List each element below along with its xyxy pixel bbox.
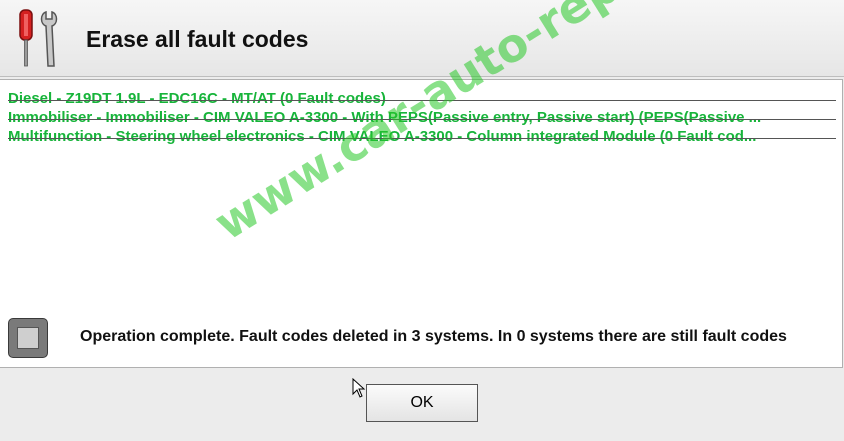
strikethrough-line: [8, 100, 836, 101]
system-item: Diesel - Z19DT 1.9L - EDC16C - MT/AT (0 …: [8, 90, 386, 107]
system-item: Multifunction - Steering wheel electroni…: [8, 128, 757, 145]
status-indicator-icon: [8, 318, 48, 358]
dialog-title: Erase all fault codes: [86, 26, 309, 52]
mouse-cursor-icon: [352, 378, 366, 398]
ok-button[interactable]: OK: [366, 384, 478, 422]
systems-panel: Diesel - Z19DT 1.9L - EDC16C - MT/AT (0 …: [0, 79, 843, 368]
strikethrough-line: [8, 119, 836, 120]
status-message: Operation complete. Fault codes deleted …: [80, 328, 787, 345]
tools-icon: [19, 9, 58, 67]
system-item: Immobiliser - Immobiliser - CIM VALEO A-…: [8, 109, 762, 126]
strikethrough-line: [8, 138, 836, 139]
dialog-header: Erase all fault codes: [0, 0, 844, 77]
